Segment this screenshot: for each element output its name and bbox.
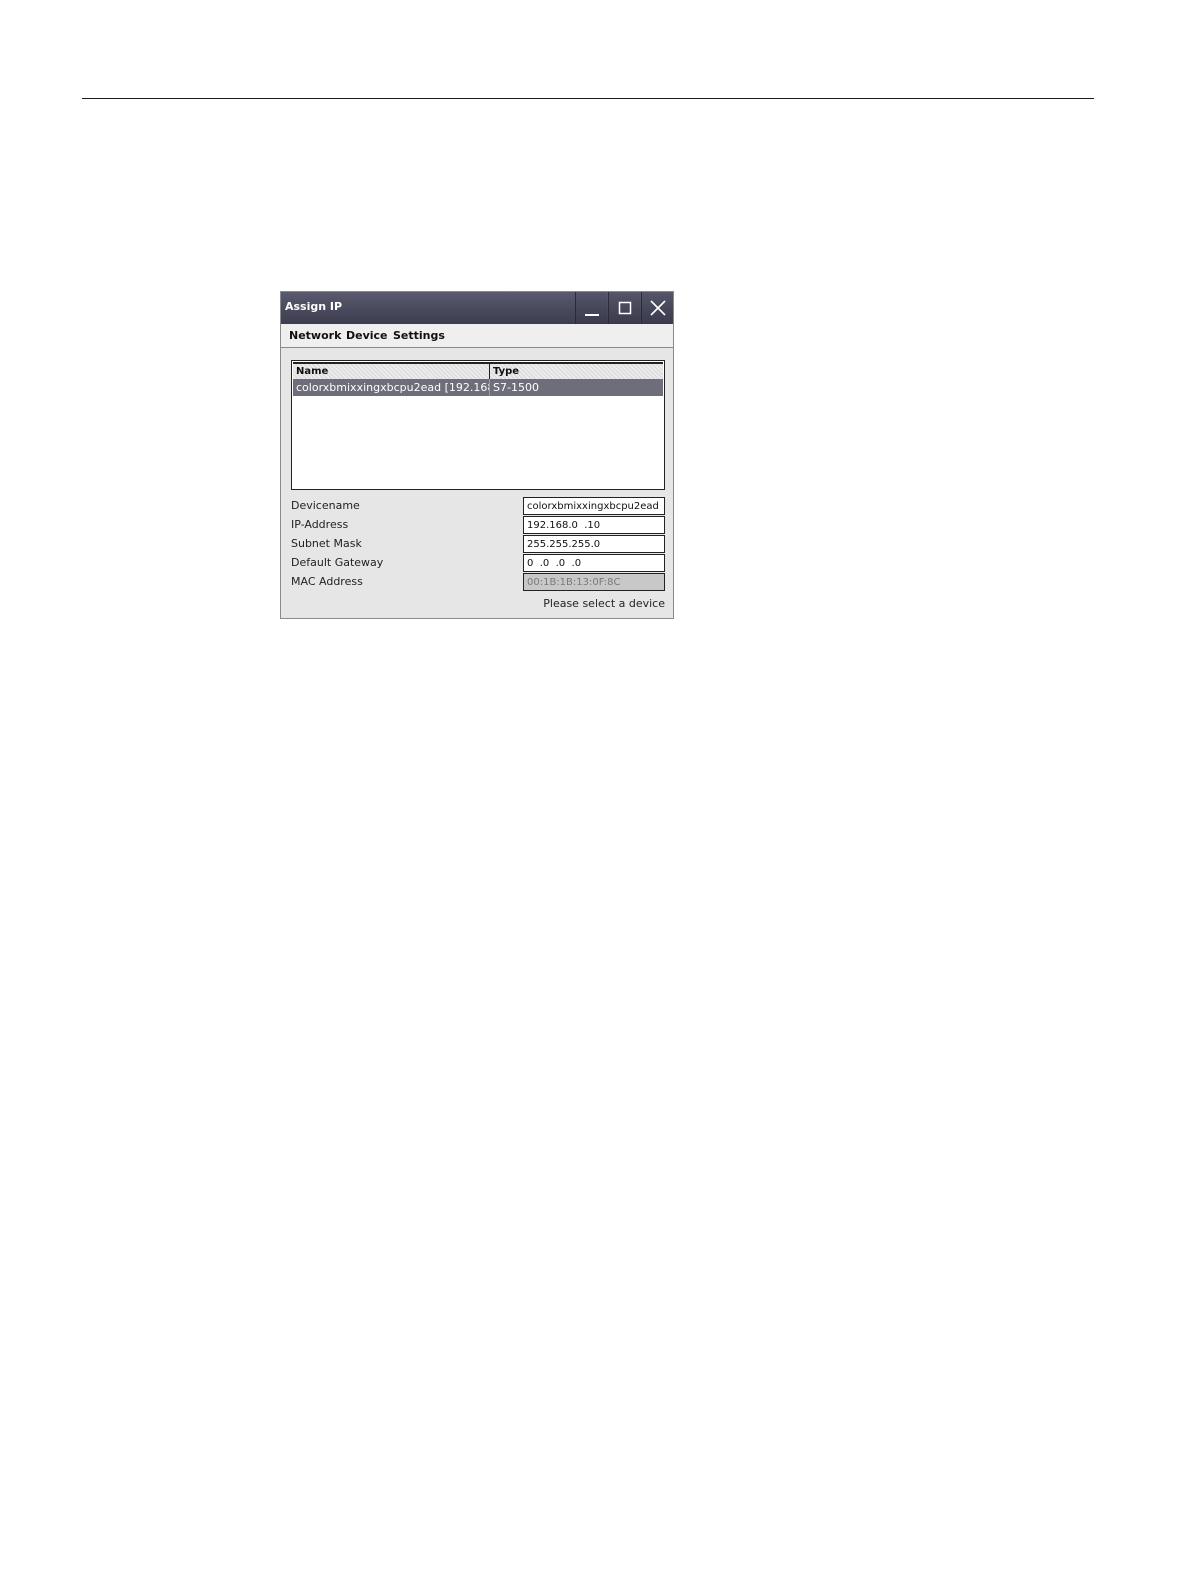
menu-device[interactable]: Device xyxy=(346,329,388,342)
mac-address-field xyxy=(523,573,665,591)
subnet-mask-label: Subnet Mask xyxy=(291,537,362,550)
devicename-label: Devicename xyxy=(291,499,360,512)
assign-ip-window: Assign IP Network Device Settings Name T… xyxy=(280,291,674,619)
minimize-button[interactable] xyxy=(575,292,607,324)
maximize-icon xyxy=(618,301,632,315)
list-item[interactable]: colorxbmixxingxbcpu2ead [192.168... S7-1… xyxy=(293,379,663,396)
device-list[interactable]: Name Type colorxbmixxingxbcpu2ead [192.1… xyxy=(291,360,665,490)
close-icon xyxy=(650,300,666,316)
close-button[interactable] xyxy=(641,292,673,324)
ip-address-field[interactable] xyxy=(523,516,665,534)
menu-settings[interactable]: Settings xyxy=(393,329,445,342)
default-gateway-label: Default Gateway xyxy=(291,556,384,569)
status-message: Please select a device xyxy=(543,597,665,610)
maximize-button[interactable] xyxy=(608,292,640,324)
device-name-cell: colorxbmixxingxbcpu2ead [192.168... xyxy=(293,379,490,396)
subnet-mask-field[interactable] xyxy=(523,535,665,553)
window-title: Assign IP xyxy=(285,300,343,313)
ip-address-label: IP-Address xyxy=(291,518,349,531)
list-header: Name Type xyxy=(293,362,663,379)
column-header-name[interactable]: Name xyxy=(293,364,490,379)
mac-address-label: MAC Address xyxy=(291,575,363,588)
devicename-field[interactable] xyxy=(523,497,665,515)
menu-bar: Network Device Settings xyxy=(281,324,673,348)
minimize-icon xyxy=(585,314,599,316)
column-header-type[interactable]: Type xyxy=(490,364,663,379)
default-gateway-field[interactable] xyxy=(523,554,665,572)
page-header-rule xyxy=(82,98,1094,99)
device-type-cell: S7-1500 xyxy=(493,381,539,394)
title-bar[interactable]: Assign IP xyxy=(281,292,673,324)
menu-network[interactable]: Network xyxy=(289,329,341,342)
